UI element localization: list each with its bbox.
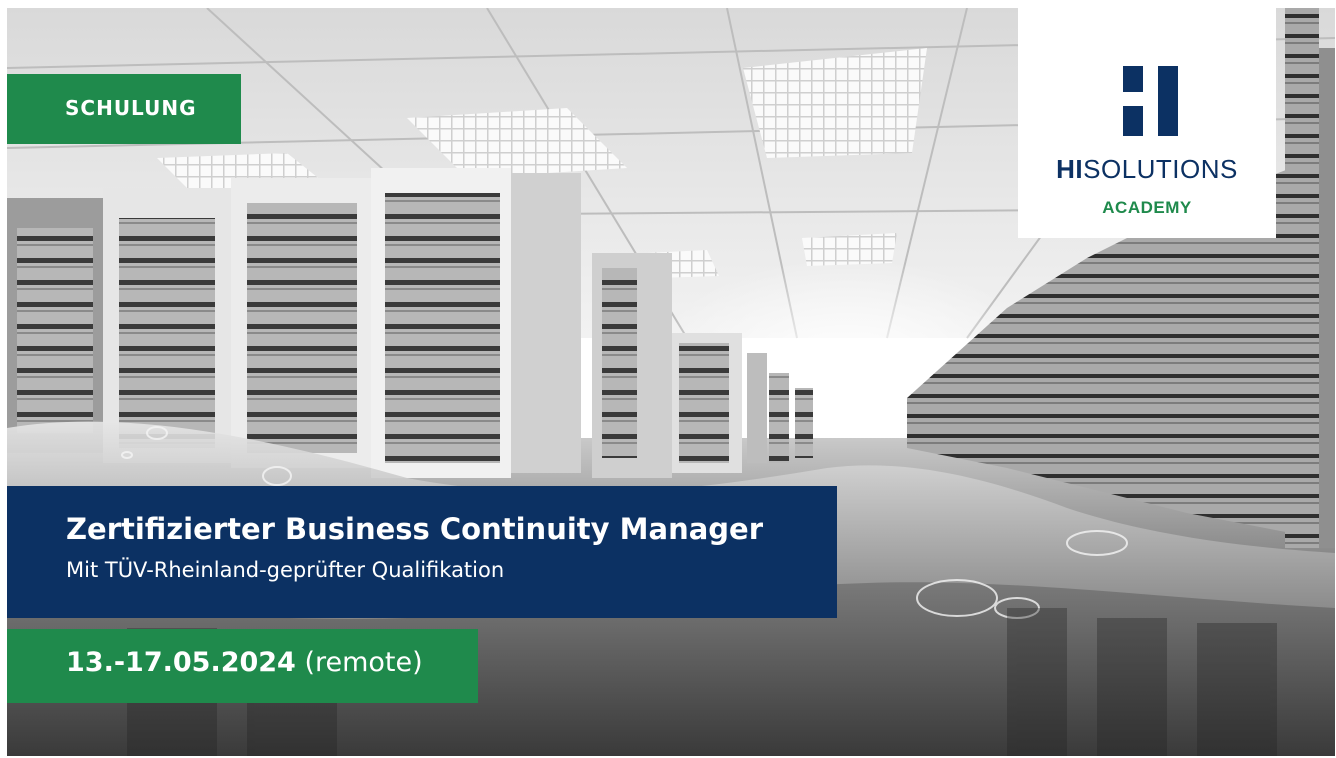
course-title: Zertifizierter Business Continuity Manag… <box>66 512 764 546</box>
course-date-block: 13.-17.05.2024 (remote) <box>7 629 478 703</box>
course-title-block: Zertifizierter Business Continuity Manag… <box>7 486 837 618</box>
course-banner: SCHULUNG Zertifizierter Business Continu… <box>7 8 1335 756</box>
course-date-text: 13.-17.05.2024 (remote) <box>66 647 423 678</box>
course-subtitle: Mit TÜV-Rheinland-geprüfter Qualifikatio… <box>66 558 505 582</box>
logo-brand-bold: HI <box>1056 154 1084 184</box>
course-mode: (remote) <box>304 647 423 678</box>
hisolutions-academy-logo: HISOLUTIONS ACADEMY <box>1018 8 1276 238</box>
training-badge: SCHULUNG <box>7 74 241 144</box>
training-badge-label: SCHULUNG <box>65 96 197 120</box>
course-date: 13.-17.05.2024 <box>66 647 296 678</box>
logo-brand-name: HISOLUTIONS <box>1018 154 1276 185</box>
logo-brand-rest: SOLUTIONS <box>1083 154 1238 184</box>
logo-division: ACADEMY <box>1102 198 1192 217</box>
